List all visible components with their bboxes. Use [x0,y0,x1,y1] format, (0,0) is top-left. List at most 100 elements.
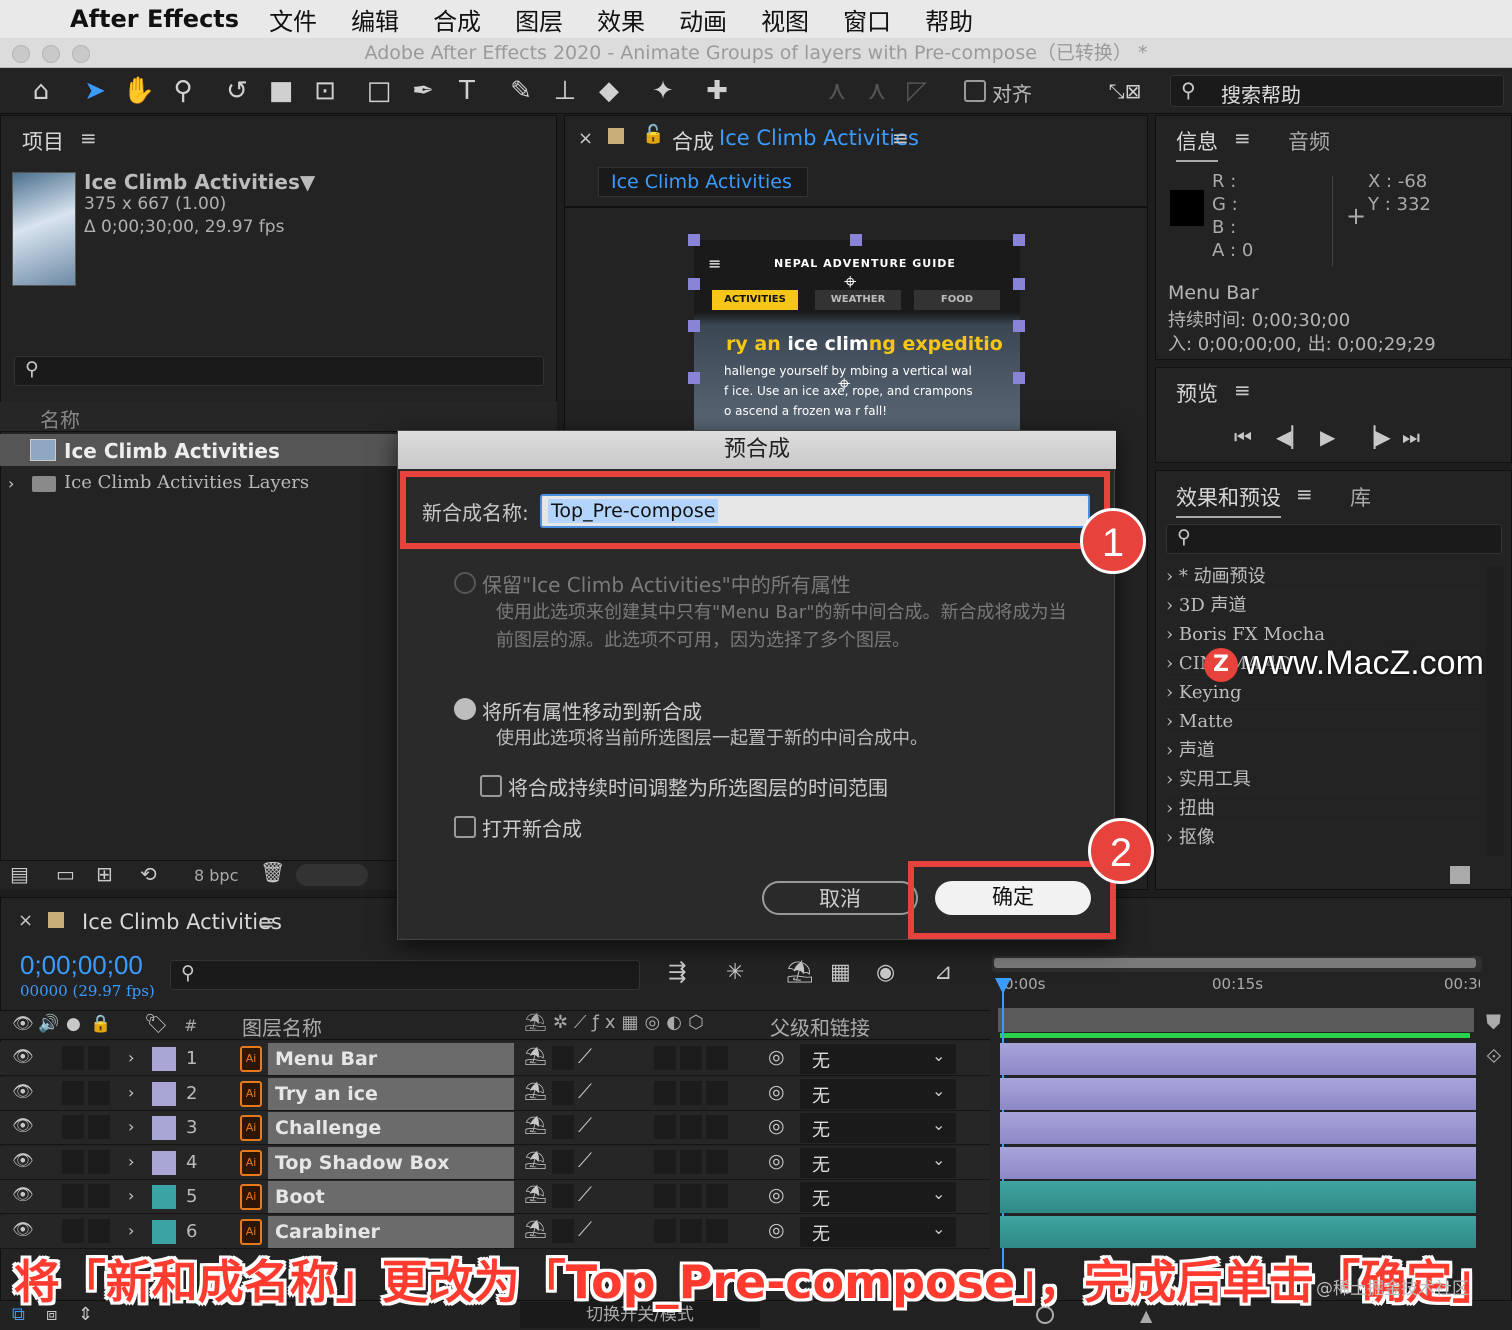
chevron-down-icon[interactable]: ⌄ [932,1219,945,1238]
layer-row[interactable]: 👁 › 1 Ai Menu Bar ⛱ ⟋ ◎ 无 ⌄ [0,1042,990,1076]
solo-toggle[interactable] [62,1081,84,1105]
menu-edit[interactable]: 编辑 [351,2,399,37]
lock-toggle[interactable] [88,1219,110,1243]
lock-toggle[interactable] [88,1115,110,1139]
project-search[interactable]: ⚲ [14,356,544,386]
layer-duration-bar[interactable] [1000,1078,1476,1110]
quality-switch-icon[interactable]: ⟋ [578,1182,592,1206]
panel-menu-icon[interactable]: ≡ [1296,482,1313,506]
rotate-tool-icon[interactable]: ↺ [218,72,256,110]
open-new-comp-checkbox[interactable] [454,816,476,838]
tab-effects-presets[interactable]: 效果和预设 [1176,482,1281,518]
selection-handle[interactable] [688,278,700,290]
motion-blur-switch[interactable] [654,1150,676,1174]
layer-row[interactable]: 👁 › 5 Ai Boot ⛱ ⟋ ◎ 无 ⌄ [0,1180,990,1214]
tab-info[interactable]: 信息 [1176,126,1218,162]
zoom-tool-icon[interactable]: ⚲ [164,72,202,110]
shy-switch-icon[interactable]: ⛱ [524,1046,547,1067]
column-name-header[interactable]: 名称 [40,404,80,433]
shy-switch-icon[interactable]: ⛱ [524,1081,547,1102]
panel-menu-icon[interactable]: ≡ [258,910,275,934]
navigator-range[interactable] [994,958,1476,968]
close-icon[interactable]: × [578,128,593,149]
layer-label-color[interactable] [152,1047,176,1071]
draft-3d-icon[interactable]: ✳ [726,960,744,985]
pick-whip-icon[interactable]: ◎ [768,1046,785,1068]
chevron-right-icon[interactable]: › [128,1117,134,1136]
eraser-tool-icon[interactable]: ◆ [590,72,628,110]
chevron-down-icon[interactable]: ⌄ [932,1150,945,1169]
lock-toggle[interactable] [88,1081,110,1105]
video-switch-icon[interactable]: 👁 [12,1014,34,1034]
chevron-down-icon[interactable]: ⌄ [932,1184,945,1203]
motion-blur-icon[interactable]: ◉ [876,960,895,985]
column-parent-header[interactable]: 父级和链接 [770,1012,870,1041]
new-composition-icon[interactable]: ⊞ [96,862,113,886]
last-frame-icon[interactable]: ⏭ [1402,425,1420,449]
layer-duration-bar[interactable] [1000,1216,1476,1248]
new-folder-icon[interactable]: ▭ [56,862,75,886]
3d-layer-switch[interactable] [706,1046,728,1070]
shy-layers-icon[interactable]: ⛱ [786,960,814,985]
pen-tool-icon[interactable]: ✒ [404,72,442,110]
selection-handle[interactable] [688,320,700,332]
menu-layer[interactable]: 图层 [515,2,563,37]
lock-toggle[interactable] [88,1184,110,1208]
motion-blur-switch[interactable] [654,1081,676,1105]
collapse-switch[interactable] [552,1046,574,1070]
rectangle-tool-icon[interactable]: □ [360,72,398,110]
effects-search[interactable]: ⚲ [1166,524,1502,554]
minimize-window-button[interactable] [42,45,60,63]
pick-whip-icon[interactable]: ◎ [768,1219,785,1241]
motion-blur-switch[interactable] [654,1219,676,1243]
effects-category[interactable]: › 扭曲 [1166,794,1480,823]
close-icon[interactable]: × [18,910,33,931]
panel-menu-icon[interactable]: ≡ [1234,378,1251,402]
collapse-switch[interactable] [552,1184,574,1208]
frame-blending-icon[interactable]: ▦ [830,960,851,985]
collapse-switch[interactable] [552,1150,574,1174]
cancel-button[interactable]: 取消 [762,881,918,915]
effects-category[interactable]: › 声道 [1166,736,1480,765]
solo-toggle[interactable] [62,1115,84,1139]
adjustment-switch[interactable] [680,1184,702,1208]
comp-mini-flowchart-icon[interactable]: ⇶ [668,960,686,985]
eye-icon[interactable]: 👁 [12,1116,34,1136]
comp-tab-name[interactable]: Ice Climb Activities [719,126,919,150]
chevron-right-icon[interactable]: › [128,1221,134,1240]
tab-audio[interactable]: 音频 [1288,126,1330,156]
close-window-button[interactable] [12,45,30,63]
motion-blur-switch[interactable] [654,1184,676,1208]
effects-category[interactable]: › 实用工具 [1166,765,1480,794]
tab-library[interactable]: 库 [1350,482,1371,512]
adjustment-switch[interactable] [680,1150,702,1174]
project-item-folder[interactable]: Ice Climb Activities Layers [64,472,309,493]
pick-whip-icon[interactable]: ◎ [768,1115,785,1137]
align-checkbox[interactable] [964,80,986,102]
collapse-switch[interactable] [552,1219,574,1243]
anchor-point-icon[interactable]: ⌖ [844,270,856,295]
3d-layer-switch[interactable] [706,1115,728,1139]
label-tag-icon[interactable]: 🏷 [144,1012,168,1035]
layer-duration-bar[interactable] [1000,1147,1476,1179]
move-all-attributes-radio[interactable] [454,698,476,720]
layer-row[interactable]: 👁 › 2 Ai Try an ice ⛱ ⟋ ◎ 无 ⌄ [0,1077,990,1111]
camera-tool-icon[interactable]: ■ [262,72,300,110]
chevron-right-icon[interactable]: › [128,1152,134,1171]
eye-icon[interactable]: 👁 [12,1082,34,1102]
quality-switch-icon[interactable]: ⟋ [578,1113,592,1137]
thumbnail-slider[interactable] [296,864,368,886]
menu-effect[interactable]: 效果 [597,2,645,37]
quality-switch-icon[interactable]: ⟋ [578,1079,592,1103]
selection-handle[interactable] [1013,320,1025,332]
layer-duration-bar[interactable] [1000,1112,1476,1144]
timeline-side-icon[interactable]: ⟐ [1486,1044,1508,1070]
motion-blur-switch[interactable] [654,1046,676,1070]
pick-whip-icon[interactable]: ◎ [768,1081,785,1103]
panel-menu-icon[interactable]: ≡ [892,126,909,150]
work-area-bar[interactable] [998,1008,1474,1032]
selection-handle[interactable] [1013,372,1025,384]
selection-handle[interactable] [850,234,862,246]
effects-category[interactable]: › 抠像 [1166,823,1480,852]
home-icon[interactable]: ⌂ [22,72,60,110]
